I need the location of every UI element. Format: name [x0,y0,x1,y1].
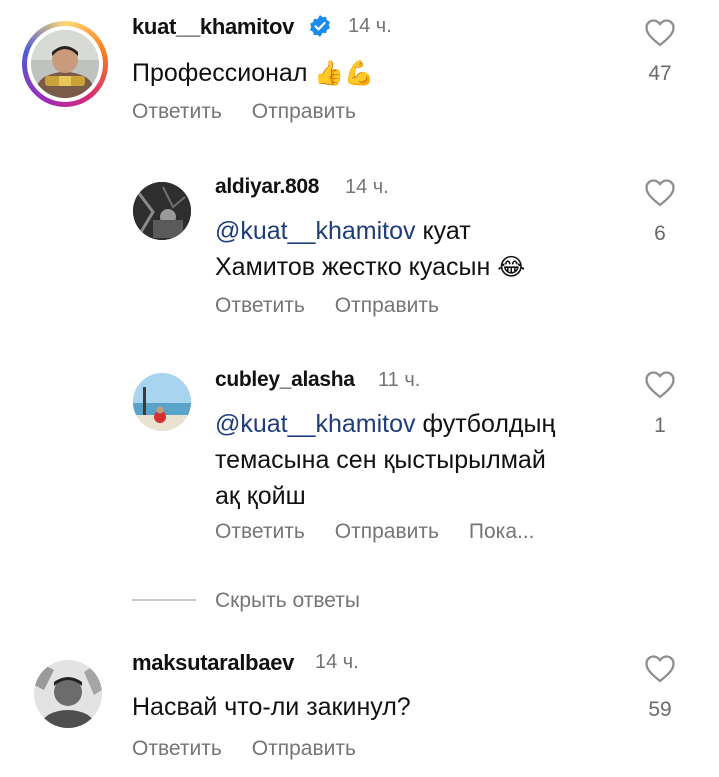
reply-text-line1: футболдың [422,410,556,438]
send-button[interactable]: Отправить [335,294,439,317]
avatar[interactable] [133,182,191,240]
reply-text: @kuat__khamitov футболдың темасына сен қ… [215,406,555,514]
comment-actions: Ответить Отправить [132,100,386,124]
hide-replies-divider [132,599,196,601]
heart-icon[interactable] [644,370,676,400]
reply-timestamp: 11 ч. [378,369,421,391]
reply-actions: Ответить Отправить [215,294,469,318]
reply-username[interactable]: aldiyar.808 [215,175,319,199]
laughing-emoji: 😂 [497,253,526,281]
comment-username[interactable]: maksutaralbaev [132,650,294,676]
reply-text: @kuat__khamitov куат Хамитов жестко куас… [215,213,525,285]
reply-button[interactable]: Ответить [215,520,305,543]
avatar-photo [133,182,191,240]
reply-timestamp: 14 ч. [345,176,389,198]
like-count: 1 [654,414,666,437]
comment-actions: Ответить Отправить [132,737,386,761]
heart-icon[interactable] [644,654,676,684]
reply-button[interactable]: Ответить [132,737,222,760]
reply-button[interactable]: Ответить [132,100,222,123]
like-count: 47 [648,62,672,85]
reply-text-line2: Хамитов жестко куасын [215,253,491,281]
comment-text: Профессионал 👍💪 [132,55,374,91]
translate-button[interactable]: Пока... [469,520,535,543]
avatar-photo [34,660,102,728]
verified-badge-icon [310,15,330,37]
avatar[interactable] [34,660,102,728]
avatar-photo [133,373,191,431]
reply-text-line3: ақ қойш [215,482,306,510]
reply-text-line2: темасына сен қыстырылмай [215,446,546,474]
reply-text-line1: куат [422,217,471,245]
avatar-photo [31,30,99,98]
mention-link[interactable]: @kuat__khamitov [215,217,415,245]
comment-timestamp: 14 ч. [315,651,359,673]
reply-button[interactable]: Ответить [215,294,305,317]
comment-text: Насвай что-ли закинул? [132,693,411,721]
avatar[interactable] [31,30,99,98]
send-button[interactable]: Отправить [252,100,356,123]
like-count: 59 [648,698,672,721]
avatar[interactable] [133,373,191,431]
reply-actions: Ответить Отправить Пока... [215,520,565,544]
mention-link[interactable]: @kuat__khamitov [215,410,415,438]
heart-icon[interactable] [644,18,676,48]
thumbs-up-muscle-emoji: 👍💪 [314,59,375,87]
hide-replies-button[interactable]: Скрыть ответы [215,589,360,613]
comment-username[interactable]: kuat__khamitov [132,14,294,40]
heart-icon[interactable] [644,178,676,208]
comment-text-body: Профессионал [132,59,308,87]
like-count: 6 [654,222,666,245]
reply-username[interactable]: cubley_alasha [215,368,355,392]
comment-timestamp: 14 ч. [348,15,392,37]
send-button[interactable]: Отправить [252,737,356,760]
send-button[interactable]: Отправить [335,520,439,543]
